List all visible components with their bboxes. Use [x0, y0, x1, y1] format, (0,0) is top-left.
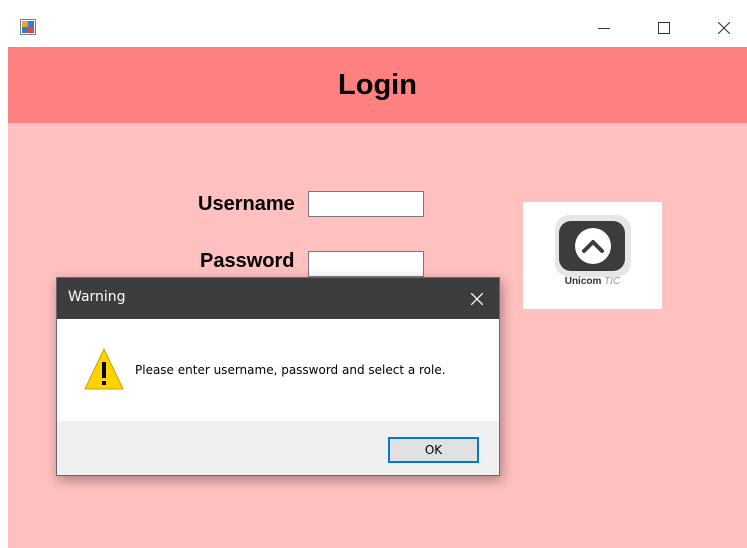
- close-icon: [718, 21, 730, 34]
- warning-icon: [83, 347, 125, 391]
- dialog-title: Warning: [68, 289, 126, 305]
- unicom-tic-logo: Unicom TIC: [523, 202, 662, 309]
- window-titlebar: [8, 8, 747, 47]
- minimize-icon: [598, 27, 610, 29]
- warning-dialog: Warning Please enter username, password …: [56, 277, 500, 476]
- logo-brand-suffix: TIC: [604, 276, 621, 287]
- dialog-content: Please enter username, password and sele…: [57, 319, 499, 421]
- dialog-titlebar: Warning: [57, 278, 499, 319]
- logo-text: Unicom TIC: [523, 276, 662, 287]
- password-label: Password: [200, 250, 295, 272]
- login-header: Login: [8, 47, 747, 123]
- password-input[interactable]: [308, 251, 424, 277]
- ok-button[interactable]: OK: [388, 437, 479, 463]
- dialog-footer: OK: [57, 421, 499, 475]
- maximize-icon: [658, 21, 670, 34]
- close-icon: [471, 292, 483, 305]
- ok-button-label: OK: [424, 443, 443, 457]
- username-input[interactable]: [308, 191, 424, 217]
- username-label: Username: [198, 193, 295, 215]
- maximize-button[interactable]: [641, 8, 687, 47]
- app-icon: [20, 19, 36, 35]
- dialog-close-button[interactable]: [455, 278, 499, 319]
- page-title: Login: [338, 68, 417, 101]
- window-close-button[interactable]: [701, 8, 747, 47]
- logo-brand: Unicom: [564, 276, 602, 287]
- login-window: Login Username Password Unicom TIC Warni…: [8, 8, 747, 548]
- logo-icon: [555, 215, 631, 277]
- dialog-message: Please enter username, password and sele…: [135, 363, 446, 377]
- minimize-button[interactable]: [581, 8, 627, 47]
